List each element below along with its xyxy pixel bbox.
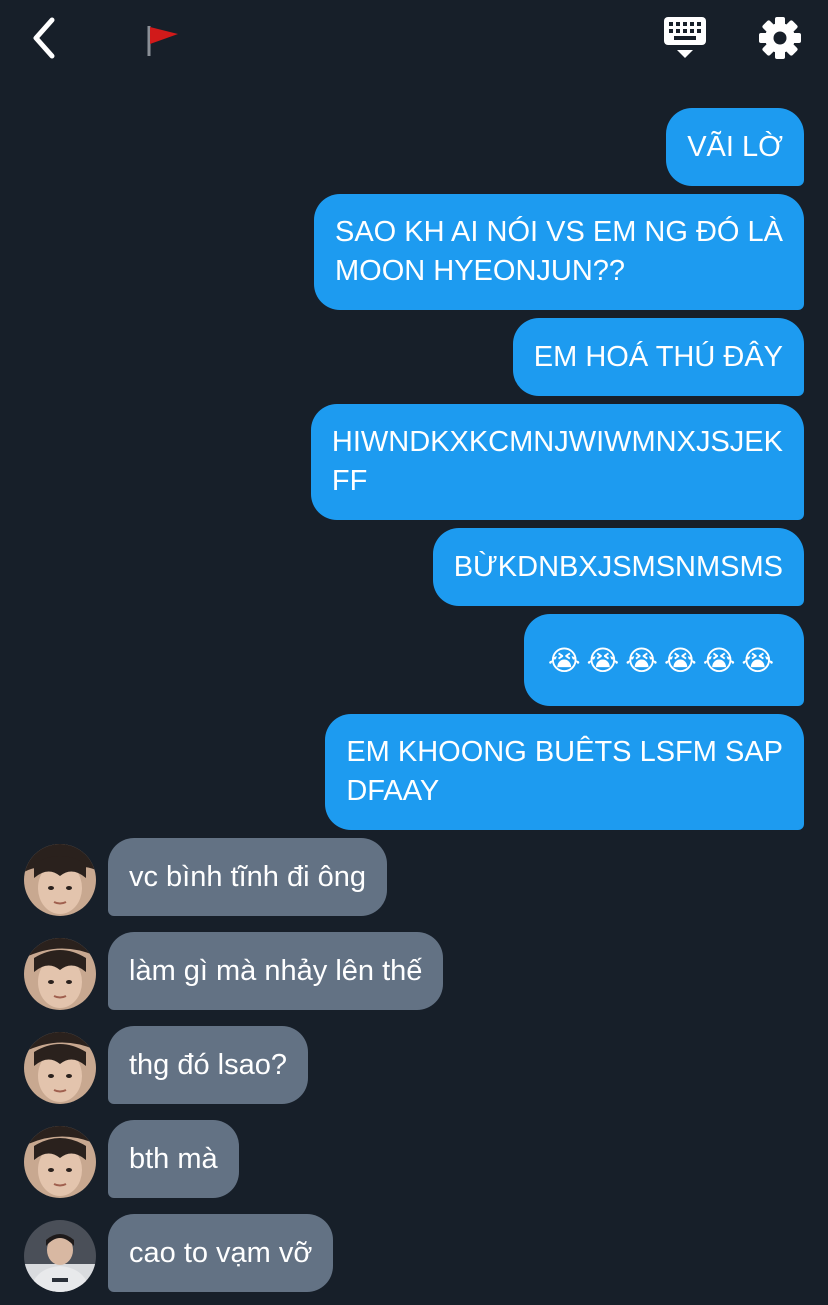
outgoing-message[interactable]: EM HOÁ THÚ ĐÂY	[512, 318, 804, 396]
avatar[interactable]	[24, 938, 96, 1010]
avatar[interactable]	[24, 844, 96, 916]
avatar[interactable]	[24, 1126, 96, 1198]
message-thread: VÃI LỜ SAO KH AI NÓI VS EM NG ĐÓ LÀ MOON…	[0, 0, 828, 1305]
outgoing-message[interactable]: BỪKDNBXJSMSNMSMS	[432, 528, 804, 606]
incoming-message[interactable]: vc bình tĩnh đi ông	[108, 838, 387, 916]
incoming-message[interactable]: thg đó lsao?	[108, 1026, 309, 1104]
avatar[interactable]	[24, 1032, 96, 1104]
outgoing-message[interactable]: EM KHOONG BUÊTS LSFM SAP DFAAY	[325, 714, 804, 830]
outgoing-message[interactable]: VÃI LỜ	[666, 108, 804, 186]
outgoing-message[interactable]: HIWNDKXKCMNJWIWMNXJSJEK FF	[310, 404, 804, 520]
incoming-message[interactable]: làm gì mà nhảy lên thế	[108, 932, 444, 1010]
outgoing-message[interactable]: SAO KH AI NÓI VS EM NG ĐÓ LÀ MOON HYEONJ…	[314, 194, 804, 310]
incoming-message[interactable]: cao to vạm vỡ	[108, 1214, 334, 1292]
avatar[interactable]	[24, 1220, 96, 1292]
incoming-message[interactable]: bth mà	[108, 1120, 239, 1198]
outgoing-message[interactable]: 😭😭😭😭😭😭	[524, 614, 804, 706]
